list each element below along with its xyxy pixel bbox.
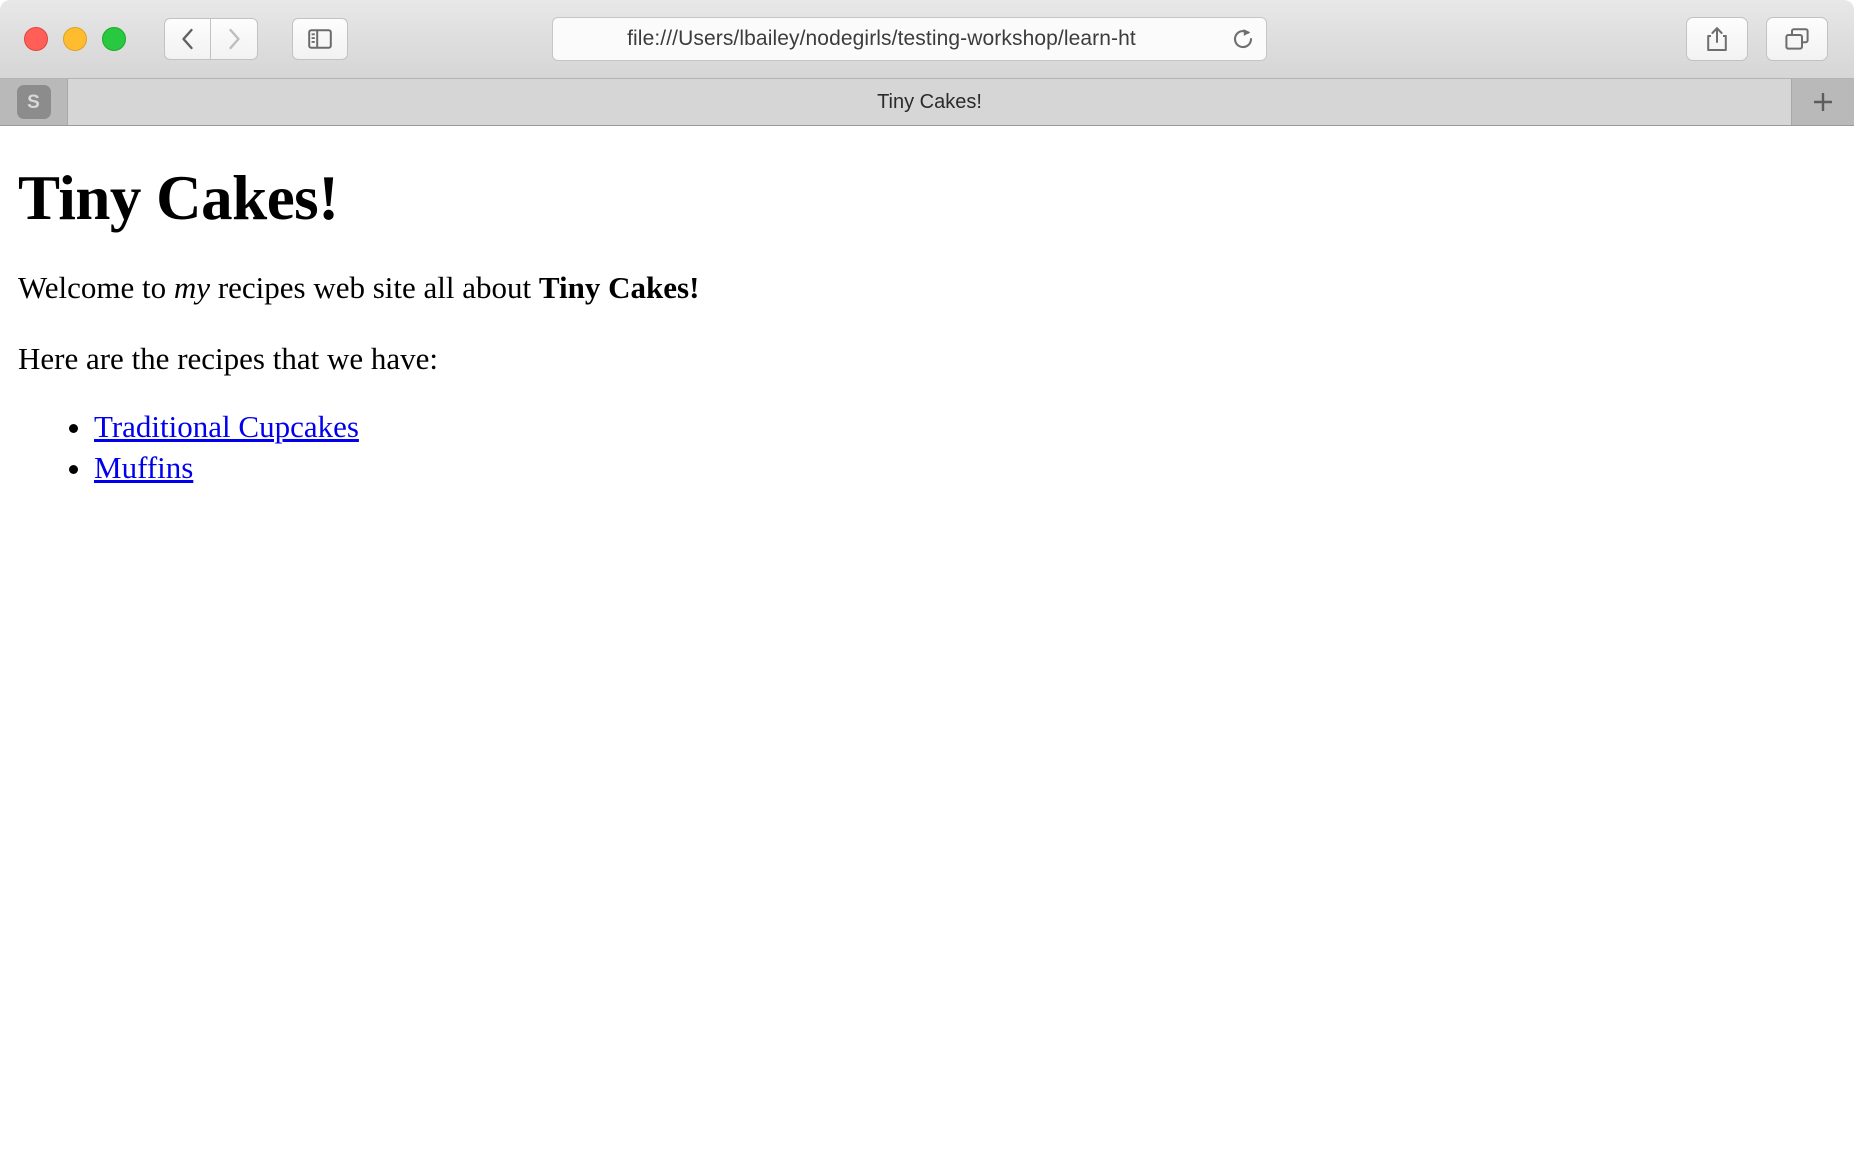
page-title: Tiny Cakes! <box>18 163 339 233</box>
list-item: Muffins <box>94 448 1836 489</box>
chevron-right-icon <box>228 28 240 50</box>
link-traditional-cupcakes[interactable]: Traditional Cupcakes <box>94 409 359 444</box>
reload-button[interactable] <box>1228 24 1258 54</box>
address-bar-field[interactable]: file:///Users/lbailey/nodegirls/testing-… <box>552 17 1267 61</box>
browser-window: file:///Users/lbailey/nodegirls/testing-… <box>0 0 1854 1154</box>
intro-text-middle: recipes web site all about <box>210 270 539 306</box>
link-muffins[interactable]: Muffins <box>94 450 193 485</box>
sidebar-toggle-button[interactable] <box>292 18 348 60</box>
tab-bar: S Tiny Cakes! <box>0 79 1854 126</box>
intro-strong: Tiny Cakes! <box>538 270 700 306</box>
tab-overview-button[interactable] <box>1766 17 1828 61</box>
favicon-button[interactable]: S <box>0 79 68 125</box>
tab-title: Tiny Cakes! <box>877 90 982 113</box>
intro-text-before: Welcome to <box>18 270 174 306</box>
close-window-button[interactable] <box>24 27 48 51</box>
intro-paragraph: Welcome to my recipes web site all about… <box>18 270 1836 307</box>
page-content: Tiny Cakes! Welcome to my recipes web si… <box>0 126 1854 1154</box>
share-icon <box>1707 27 1727 51</box>
plus-icon <box>1814 93 1832 111</box>
back-button[interactable] <box>164 18 211 60</box>
browser-toolbar: file:///Users/lbailey/nodegirls/testing-… <box>0 0 1854 79</box>
forward-button[interactable] <box>211 18 258 60</box>
maximize-window-button[interactable] <box>102 27 126 51</box>
new-tab-button[interactable] <box>1792 79 1854 125</box>
tab-tiny-cakes[interactable]: Tiny Cakes! <box>68 79 1792 125</box>
share-button[interactable] <box>1686 17 1748 61</box>
address-bar-url-text: file:///Users/lbailey/nodegirls/testing-… <box>627 27 1136 50</box>
site-favicon: S <box>16 85 51 119</box>
recipe-list: Traditional Cupcakes Muffins <box>18 407 1836 489</box>
window-controls <box>24 27 126 51</box>
recipes-intro-paragraph: Here are the recipes that we have: <box>18 340 438 376</box>
address-bar[interactable]: file:///Users/lbailey/nodegirls/testing-… <box>552 17 1267 61</box>
intro-emphasis: my <box>173 270 211 306</box>
tab-overview-icon <box>1785 28 1809 50</box>
minimize-window-button[interactable] <box>63 27 87 51</box>
chevron-left-icon <box>182 28 193 50</box>
toolbar-right-buttons <box>1686 17 1828 61</box>
reload-icon <box>1233 29 1253 49</box>
list-item: Traditional Cupcakes <box>94 407 1836 448</box>
sidebar-toggle-icon <box>308 29 332 49</box>
navigation-buttons <box>164 18 258 60</box>
